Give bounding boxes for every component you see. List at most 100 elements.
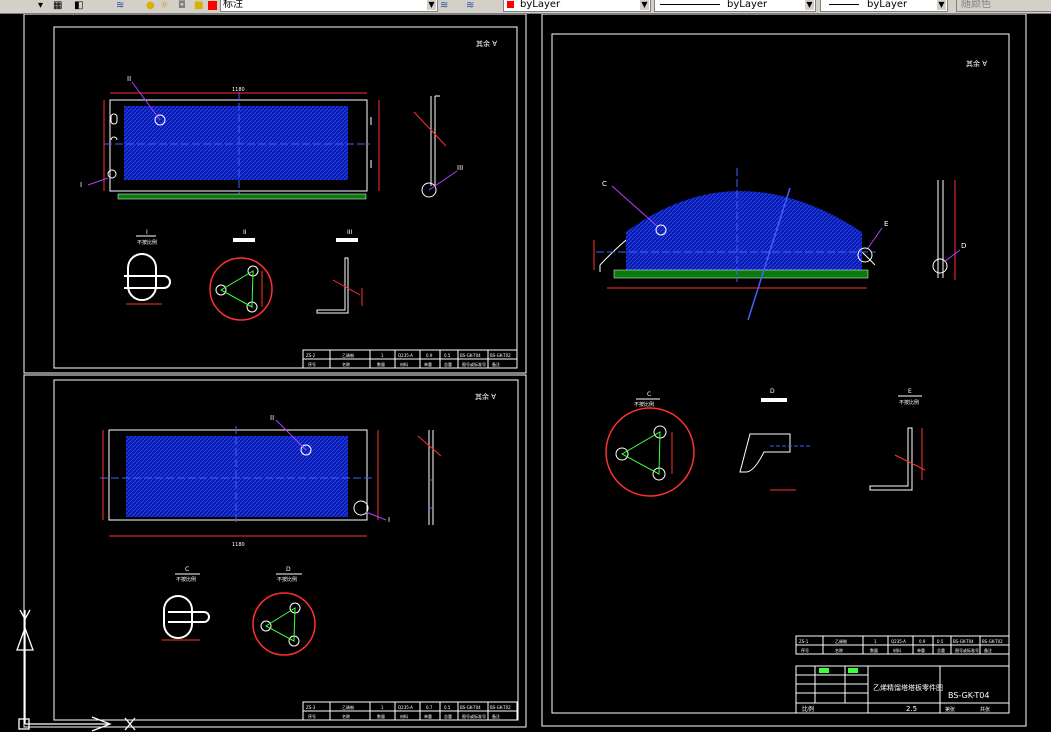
svg-text:序号: 序号 bbox=[308, 713, 316, 719]
svg-text:Q235-A: Q235-A bbox=[398, 353, 413, 358]
svg-text:乙烯制: 乙烯制 bbox=[342, 352, 354, 358]
linetype-combo[interactable]: byLayer ▼ bbox=[654, 0, 816, 12]
svg-text:1: 1 bbox=[381, 705, 384, 710]
plate2-top-view: 1180 II I bbox=[100, 414, 390, 548]
lineweight-combo[interactable]: byLayer ▼ bbox=[820, 0, 948, 12]
layer-name-value: 标注 bbox=[223, 0, 243, 10]
svg-text:I: I bbox=[388, 516, 390, 524]
svg-text:单重: 单重 bbox=[917, 647, 925, 653]
svg-text:II: II bbox=[127, 75, 131, 83]
svg-text:III: III bbox=[457, 164, 463, 172]
svg-text:BS-GK-T02: BS-GK-T02 bbox=[490, 353, 511, 358]
parts-table-right: ZS-1 乙烯制 1 Q235-A 0.9 0.5 BS-GK-T04 BS-G… bbox=[795, 635, 1010, 655]
svg-text:BS-GK-T04: BS-GK-T04 bbox=[948, 691, 989, 700]
svg-text:总重: 总重 bbox=[937, 647, 945, 653]
right-sheet: 其余 ∀ C E D C 不按比例 D E 不按比例 ZS-1 乙烯制 1 Q2… bbox=[593, 59, 1010, 714]
svg-text:材料: 材料 bbox=[400, 713, 408, 719]
arc-plate-view: C E bbox=[593, 168, 888, 321]
layers-manager-icon[interactable]: ≋ bbox=[116, 0, 124, 12]
detail-view-e-right: E 不按比例 bbox=[869, 388, 926, 491]
layer-previous-icon[interactable]: ◧ bbox=[74, 0, 83, 12]
detail-view-ii: II bbox=[209, 229, 273, 321]
svg-text:I: I bbox=[146, 229, 148, 236]
svg-text:D: D bbox=[770, 388, 775, 395]
linetype-sample-line bbox=[660, 4, 720, 5]
svg-text:备注: 备注 bbox=[984, 647, 992, 653]
svg-text:材料: 材料 bbox=[893, 647, 901, 653]
properties-toolbar: ▾ ▦ ◧ ≋ ● ☼ ◘ ■ 标注 ▼ ≋ ≋ byLayer ▼ byLay… bbox=[0, 0, 1051, 14]
svg-text:0.5: 0.5 bbox=[444, 353, 451, 358]
lightbulb-icon[interactable]: ● bbox=[146, 0, 155, 12]
chevron-down-icon[interactable]: ▼ bbox=[805, 0, 814, 10]
view-flag-label: 其余 ∀ bbox=[475, 392, 496, 401]
svg-text:BS-GK-T04: BS-GK-T04 bbox=[460, 353, 481, 358]
svg-text:序号: 序号 bbox=[801, 647, 809, 653]
chevron-down-icon[interactable]: ▼ bbox=[427, 0, 436, 10]
make-layer-current-icon[interactable]: ≋ bbox=[440, 0, 448, 12]
dropdown-arrow-icon[interactable]: ▾ bbox=[38, 0, 43, 12]
svg-text:1180: 1180 bbox=[232, 542, 245, 548]
svg-text:图号或标准号: 图号或标准号 bbox=[462, 361, 486, 367]
svg-text:单重: 单重 bbox=[424, 361, 432, 367]
layer-states-icon[interactable]: ▦ bbox=[53, 0, 62, 12]
svg-text:不按比例: 不按比例 bbox=[176, 576, 196, 583]
svg-text:不按比例: 不按比例 bbox=[634, 401, 654, 408]
svg-text:数量: 数量 bbox=[377, 713, 385, 719]
svg-text:II: II bbox=[243, 229, 247, 236]
detail-view-i: I 不按比例 bbox=[124, 229, 171, 305]
svg-text:不按比例: 不按比例 bbox=[899, 399, 919, 406]
svg-text:BS-GK-T02: BS-GK-T02 bbox=[490, 705, 511, 710]
svg-text:材料: 材料 bbox=[400, 361, 408, 367]
svg-text:数量: 数量 bbox=[870, 647, 878, 653]
layer-color-swatch bbox=[208, 1, 217, 10]
svg-text:比例: 比例 bbox=[802, 705, 814, 713]
svg-text:1180: 1180 bbox=[232, 87, 245, 93]
detail-view-c: C 不按比例 bbox=[162, 566, 210, 641]
svg-text:Q235-A: Q235-A bbox=[398, 705, 413, 710]
plotstyle-value: 随颜色 bbox=[961, 0, 991, 10]
svg-text:0.5: 0.5 bbox=[937, 639, 944, 644]
svg-text:ZS-3: ZS-3 bbox=[306, 705, 316, 710]
plate-top-view: 1180 II I bbox=[80, 75, 380, 200]
svg-text:ZS-2: ZS-2 bbox=[306, 353, 316, 358]
svg-text:备注: 备注 bbox=[492, 713, 500, 719]
view-flag-label: 其余 ∀ bbox=[966, 59, 987, 68]
bottom-left-sheet: 其余 ∀ 1180 II I C 不按比例 D 不按比例 ZS-3 乙烯制 1 … bbox=[100, 392, 518, 721]
svg-text:II: II bbox=[270, 414, 274, 422]
svg-text:E: E bbox=[884, 220, 888, 228]
sun-icon[interactable]: ☼ bbox=[160, 0, 169, 12]
svg-text:Q235-A: Q235-A bbox=[891, 639, 906, 644]
svg-text:C: C bbox=[602, 180, 607, 188]
svg-text:第张: 第张 bbox=[945, 706, 955, 713]
lock-icon[interactable]: ◘ bbox=[178, 0, 186, 12]
svg-text:单重: 单重 bbox=[424, 713, 432, 719]
ucs-icon bbox=[16, 609, 136, 732]
drawing-canvas[interactable]: 其余 ∀ 1180 II I III I 不按比例 II III ZS-2 乙烯… bbox=[0, 14, 1051, 732]
detail-view-iii: III bbox=[316, 229, 363, 314]
layer-previous-button-icon[interactable]: ≋ bbox=[466, 0, 474, 12]
svg-text:序号: 序号 bbox=[308, 361, 316, 367]
detail-view-c-right: C 不按比例 bbox=[605, 391, 695, 497]
svg-text:名称: 名称 bbox=[342, 361, 350, 367]
plate-side-view: III bbox=[413, 95, 463, 198]
svg-text:不按比例: 不按比例 bbox=[277, 576, 297, 583]
svg-text:乙烯制: 乙烯制 bbox=[342, 704, 354, 710]
svg-text:I: I bbox=[80, 181, 82, 189]
svg-text:D: D bbox=[961, 242, 966, 250]
svg-text:0.7: 0.7 bbox=[426, 705, 433, 710]
detail-view-d: D 不按比例 bbox=[252, 566, 316, 656]
plotstyle-combo[interactable]: 随颜色 bbox=[956, 0, 1051, 12]
svg-text:名称: 名称 bbox=[342, 713, 350, 719]
color-combo[interactable]: byLayer ▼ bbox=[503, 0, 651, 12]
chevron-down-icon[interactable]: ▼ bbox=[937, 0, 946, 10]
svg-text:乙烯制: 乙烯制 bbox=[835, 638, 847, 644]
svg-text:0.5: 0.5 bbox=[444, 705, 451, 710]
arc-plate-side-view: D bbox=[932, 180, 966, 280]
svg-text:C: C bbox=[647, 391, 651, 398]
layer-color-icon[interactable]: ■ bbox=[194, 0, 203, 12]
svg-text:E: E bbox=[908, 388, 912, 395]
svg-text:名称: 名称 bbox=[835, 647, 843, 653]
chevron-down-icon[interactable]: ▼ bbox=[640, 0, 649, 10]
lineweight-value: byLayer bbox=[867, 0, 908, 10]
layer-name-combo[interactable]: 标注 ▼ bbox=[220, 0, 438, 12]
